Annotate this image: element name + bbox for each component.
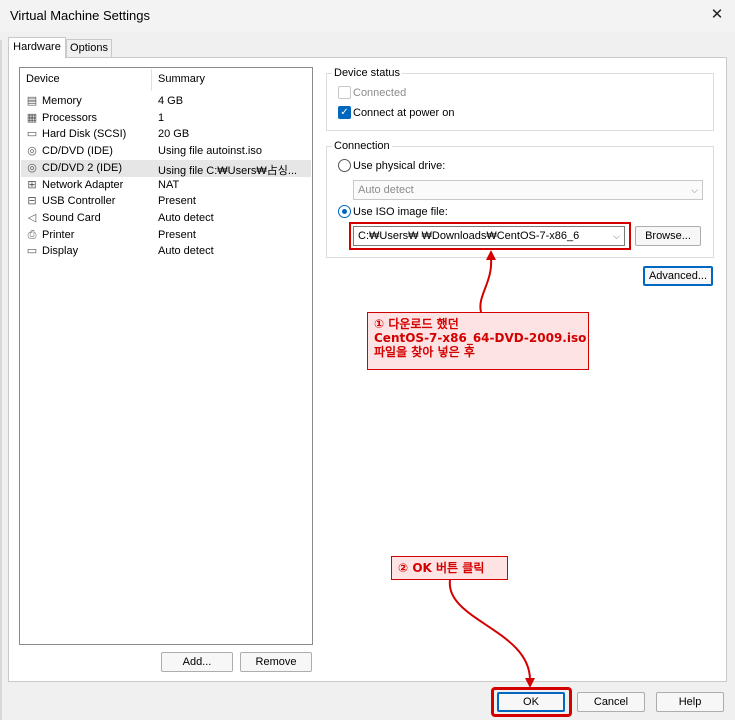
device-name: Network Adapter (42, 178, 124, 191)
device-status-group (326, 73, 714, 131)
device-row[interactable]: ⊟ USB Controller Present (21, 193, 311, 210)
annotation-step2: ② OK 버튼 클릭 (391, 556, 508, 580)
annotation-step1-line3: 파일을 찾아 넣은 후 (374, 345, 475, 359)
memory-icon: ▤ (26, 95, 38, 107)
annotation-box-iso (349, 222, 631, 250)
tab-options[interactable]: Options (66, 39, 112, 57)
check-icon: ✓ (340, 107, 349, 118)
device-summary: Using file C:₩Users₩占싱... (158, 164, 298, 177)
device-name: Hard Disk (SCSI) (42, 128, 127, 141)
physical-drive-radio[interactable] (338, 159, 351, 172)
column-header-summary[interactable]: Summary (158, 73, 205, 85)
display-icon: ▭ (26, 245, 38, 258)
cd-dvd-icon: ◎ (27, 145, 37, 158)
device-row[interactable]: ▭ Hard Disk (SCSI) 20 GB (21, 126, 311, 143)
remove-button[interactable]: Remove (240, 652, 312, 672)
cd-dvd-icon: ◎ (27, 161, 37, 174)
device-summary: 1 (158, 111, 165, 124)
usb-icon: ⊟ (27, 195, 37, 208)
annotation-box-ok (491, 687, 572, 717)
device-summary: 4 GB (158, 95, 184, 107)
window-edge (0, 40, 2, 720)
speaker-icon: ◁ (27, 211, 37, 224)
device-name: CD/DVD (IDE) (42, 145, 113, 158)
processor-icon: ▦ (26, 111, 38, 124)
device-name: Display (42, 245, 79, 258)
connect-power-on-checkbox[interactable]: ✓ (338, 106, 351, 119)
column-header-device[interactable]: Device (26, 73, 60, 85)
physical-drive-label: Use physical drive: (353, 160, 446, 172)
device-row[interactable]: ▭ Display Auto detect (21, 243, 311, 260)
printer-icon: ⎙ (27, 228, 37, 241)
browse-button[interactable]: Browse... (635, 226, 701, 246)
iso-image-label: Use ISO image file: (353, 206, 448, 218)
annotation-step1-line1: ① 다운로드 했던 (374, 317, 459, 331)
device-summary: Present (158, 228, 196, 241)
device-name: Memory (42, 95, 82, 107)
connected-label: Connected (353, 87, 407, 99)
connection-label: Connection (332, 140, 392, 152)
device-row[interactable]: ◎ CD/DVD 2 (IDE) Using file C:₩Users₩占싱... (21, 159, 311, 177)
physical-drive-value: Auto detect (358, 184, 414, 196)
connected-checkbox[interactable] (338, 86, 351, 99)
physical-drive-select[interactable]: Auto detect ⌵ (353, 180, 703, 200)
device-name: Printer (42, 228, 75, 241)
advanced-button[interactable]: Advanced... (643, 266, 713, 286)
cancel-button[interactable]: Cancel (577, 692, 645, 712)
column-separator[interactable] (151, 69, 152, 91)
annotation-step1: ① 다운로드 했던 CentOS-7-x86_64-DVD-2009.iso 파… (367, 312, 589, 370)
device-status-label: Device status (332, 67, 403, 79)
chevron-down-icon: ⌵ (691, 185, 698, 195)
device-row[interactable]: ◎ CD/DVD (IDE) Using file autoinst.iso (21, 143, 311, 160)
connect-power-on-label: Connect at power on (353, 107, 455, 119)
device-summary: 20 GB (158, 128, 190, 141)
iso-image-radio[interactable] (338, 205, 351, 218)
device-row[interactable]: ⊞ Network Adapter NAT (21, 177, 311, 194)
device-summary: NAT (158, 178, 180, 191)
device-summary: Auto detect (158, 211, 214, 224)
annotation-step1-line2: CentOS-7-x86_64-DVD-2009.iso (374, 331, 587, 345)
network-adapter-icon: ⊞ (27, 178, 37, 191)
device-summary: Present (158, 195, 196, 208)
device-summary: Auto detect (158, 245, 214, 258)
device-row[interactable]: ◁ Sound Card Auto detect (21, 210, 311, 227)
add-button[interactable]: Add... (161, 652, 233, 672)
close-icon[interactable]: ✕ (704, 4, 730, 28)
device-name: CD/DVD 2 (IDE) (42, 161, 123, 174)
device-name: Processors (42, 111, 98, 124)
tab-hardware[interactable]: Hardware (8, 37, 66, 58)
device-row[interactable]: ⎙ Printer Present (21, 227, 311, 244)
device-name: Sound Card (42, 211, 101, 224)
hard-disk-icon: ▭ (26, 128, 38, 141)
device-name: USB Controller (42, 195, 116, 208)
device-summary: Using file autoinst.iso (158, 145, 262, 158)
window-title: Virtual Machine Settings (10, 8, 150, 23)
device-row[interactable]: ▤ Memory 4 GB (21, 93, 311, 110)
device-row[interactable]: ▦ Processors 1 (21, 110, 311, 127)
help-button[interactable]: Help (656, 692, 724, 712)
